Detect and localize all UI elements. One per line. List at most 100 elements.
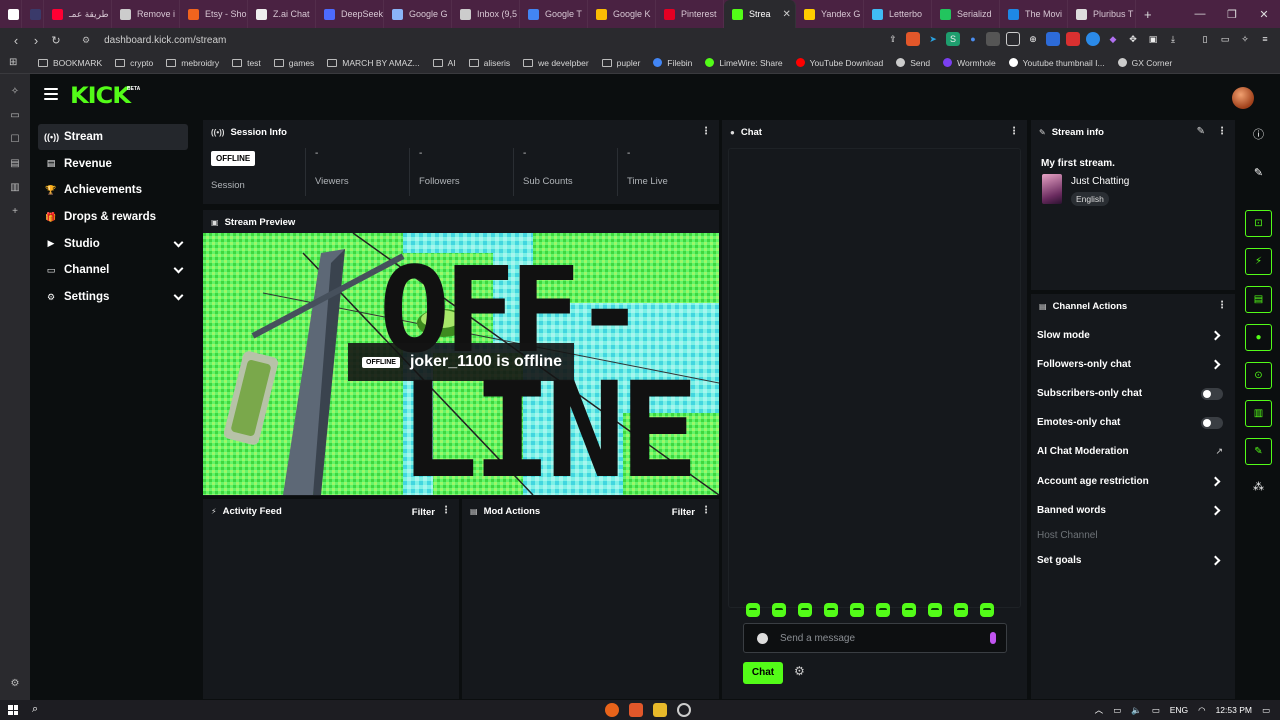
chat-messages-area[interactable] [728, 148, 1021, 608]
new-tab-icon[interactable]: + [1144, 7, 1152, 22]
channel-rail-icon[interactable]: ▥ [1245, 400, 1272, 427]
bookmark-item[interactable]: mebroidry [166, 58, 219, 68]
hamburger-menu-icon[interactable] [44, 88, 58, 100]
battery-icon[interactable]: ▭ [1152, 705, 1160, 716]
sidebar-settings-icon[interactable]: ⚙ [8, 678, 22, 689]
chat-input[interactable]: Send a message [743, 623, 1007, 653]
info-icon[interactable]: ⓘ [1245, 126, 1272, 142]
site-info-icon[interactable]: ⚙ [82, 35, 90, 46]
windows-start-icon[interactable] [8, 705, 18, 715]
leo-icon[interactable]: ✧ [1238, 32, 1252, 46]
nav-item-stream[interactable]: ((•)) Stream [38, 124, 188, 150]
nav-item-achievements[interactable]: 🏆 Achievements [38, 177, 188, 203]
screenshot-icon[interactable]: ⊡ [1245, 210, 1272, 237]
action-set-goals[interactable]: Set goals [1037, 555, 1081, 566]
extension-edge-icon[interactable] [1086, 32, 1100, 46]
browser-tab[interactable]: Remove i [112, 0, 180, 28]
chevron-down-icon[interactable] [173, 263, 184, 274]
browser-tab[interactable] [22, 0, 44, 28]
emote-icon[interactable] [824, 603, 838, 617]
firefox-icon[interactable] [605, 703, 619, 717]
wrench-rail-icon[interactable]: ✎ [1245, 438, 1272, 465]
file-explorer-icon[interactable] [653, 703, 667, 717]
action-subscribers-only-chat[interactable]: Subscribers-only chat [1037, 388, 1142, 399]
chevron-right-icon[interactable] [1210, 505, 1221, 516]
browser-tab[interactable]: Serializd [932, 0, 1000, 28]
bookmark-item[interactable]: Youtube thumbnail I... [1008, 58, 1105, 68]
microphone-icon[interactable] [990, 632, 996, 644]
puzzle-icon[interactable]: ✥ [1126, 32, 1140, 46]
bookmark-item[interactable]: Wormhole [943, 58, 996, 68]
back-icon[interactable]: ‹ [6, 33, 26, 48]
external-link-icon[interactable]: ↗ [1215, 446, 1223, 457]
channel-actions-menu-icon[interactable]: ⋮ [1217, 300, 1227, 311]
browser-tab[interactable]: Google G [384, 0, 452, 28]
bookmark-item[interactable]: Filebin [653, 58, 692, 68]
kick-logo[interactable]: KICK [70, 84, 131, 109]
emote-icon[interactable] [928, 603, 942, 617]
action-account-age-restriction[interactable]: Account age restriction [1037, 476, 1149, 487]
toggle-emotes-only-chat[interactable] [1201, 417, 1223, 429]
close-window-icon[interactable]: ✕ [1248, 8, 1280, 21]
bookmark-item[interactable]: LimeWire: Share [705, 58, 783, 68]
brave-taskbar-icon[interactable] [629, 703, 643, 717]
browser-tab[interactable]: Google K [588, 0, 656, 28]
bookmark-item[interactable]: we develpber [523, 58, 589, 68]
browser-tab[interactable]: Letterbo [864, 0, 932, 28]
clock[interactable]: 12:53 PM [1216, 705, 1252, 715]
bookmark-item[interactable]: GX Corner [1117, 58, 1172, 68]
emote-icon[interactable] [980, 603, 994, 617]
emoji-icon[interactable] [757, 633, 768, 644]
emote-icon[interactable] [772, 603, 786, 617]
bookmark-item[interactable]: aliseris [468, 58, 510, 68]
session-info-menu-icon[interactable]: ⋮ [701, 126, 711, 137]
browser-tab[interactable]: Z.ai Chat [248, 0, 316, 28]
reload-icon[interactable]: ↻ [46, 34, 66, 47]
action-banned-words[interactable]: Banned words [1037, 505, 1106, 516]
chevron-right-icon[interactable] [1210, 330, 1221, 341]
mod-filter-button[interactable]: Filter [672, 507, 695, 518]
chevron-down-icon[interactable] [173, 237, 184, 248]
toggle-subscribers-only-chat[interactable] [1201, 388, 1223, 400]
browser-tab[interactable]: The Movi [1000, 0, 1068, 28]
wifi-icon[interactable]: ◠ [1198, 705, 1205, 716]
bookmark-item[interactable]: Send [896, 58, 930, 68]
document-rail-icon[interactable]: ▤ [1245, 286, 1272, 313]
menu-icon[interactable]: ≡ [1258, 32, 1272, 46]
nav-item-channel[interactable]: ▭ Channel [38, 257, 188, 283]
emote-icon[interactable] [850, 603, 864, 617]
browser-tab[interactable] [0, 0, 22, 28]
bookmark-item[interactable]: BOOKMARK [38, 58, 102, 68]
browser-tab[interactable]: Inbox (9,5 [452, 0, 520, 28]
bookmark-item[interactable]: pupler [601, 58, 640, 68]
extension-box-icon[interactable] [1006, 32, 1020, 46]
forward-icon[interactable]: › [26, 33, 46, 48]
bookmark-item[interactable]: test [232, 58, 261, 68]
action-slow-mode[interactable]: Slow mode [1037, 330, 1090, 341]
bookmark-item[interactable]: YouTube Download [795, 58, 883, 68]
extension-game-icon[interactable]: ⊕ [1026, 32, 1040, 46]
user-avatar[interactable] [1232, 87, 1254, 109]
language-indicator[interactable]: ENG [1170, 705, 1188, 715]
brave-shield-icon[interactable] [906, 32, 920, 46]
close-tab-icon[interactable]: ✕ [783, 9, 791, 20]
taskbar-search-icon[interactable]: ⌕ [32, 703, 38, 716]
edit-pencil-icon[interactable]: ✎ [1197, 126, 1205, 137]
action-ai-chat-moderation[interactable]: AI Chat Moderation [1037, 446, 1129, 457]
browser-tab[interactable]: Strea ✕ [724, 0, 796, 28]
bookmark-item[interactable]: MARCH BY AMAZ... [327, 58, 420, 68]
extension-blue2-icon[interactable] [1046, 32, 1060, 46]
bookmarks-sidebar-icon[interactable]: ☐ [8, 134, 22, 145]
nav-item-studio[interactable]: ▶ Studio [38, 231, 188, 257]
bookmark-item[interactable]: crypto [115, 58, 153, 68]
lightning-rail-icon[interactable]: ⚡ [1245, 248, 1272, 275]
volume-icon[interactable]: 🔈 [1131, 705, 1142, 716]
emote-icon[interactable] [902, 603, 916, 617]
extension-blue-icon[interactable]: ● [966, 32, 980, 46]
activity-menu-icon[interactable]: ⋮ [441, 505, 451, 516]
tray-chevron-icon[interactable]: ︿ [1095, 704, 1104, 716]
chevron-down-icon[interactable] [173, 290, 184, 301]
timer-icon[interactable] [677, 703, 691, 717]
restore-icon[interactable]: ❐ [1216, 8, 1248, 21]
browser-tab[interactable]: Google T [520, 0, 588, 28]
